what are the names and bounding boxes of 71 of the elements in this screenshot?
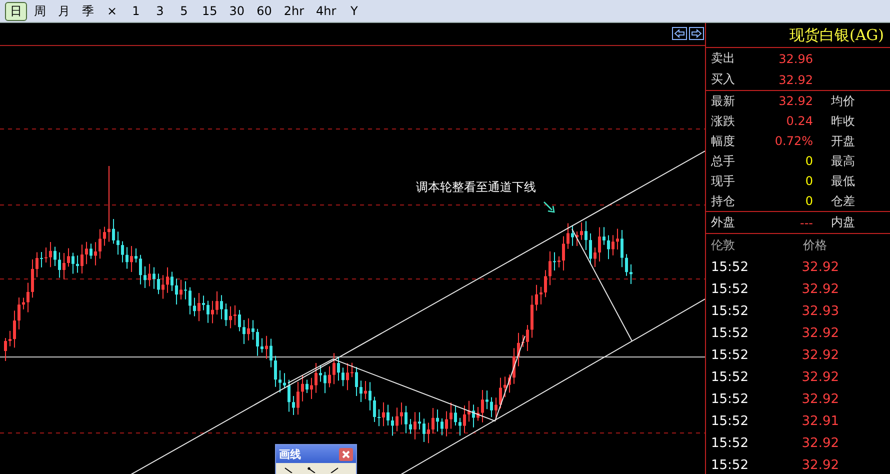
chart-annotation: 调本轮整看至通道下线 xyxy=(416,179,536,196)
period-button[interactable]: 月 xyxy=(53,2,75,20)
tick-time: 15:52 xyxy=(711,326,750,340)
tick-time: 15:52 xyxy=(711,392,750,406)
line-tool-icon[interactable] xyxy=(307,467,316,473)
quote-label: 总手 xyxy=(711,152,736,170)
tick-time: 15:52 xyxy=(711,436,750,450)
line-tool-icon[interactable] xyxy=(330,467,339,473)
quote-label: 卖出 xyxy=(711,50,736,67)
close-icon[interactable] xyxy=(339,448,353,460)
tick-price: 32.91 xyxy=(800,414,839,428)
quote-value: 0.24 xyxy=(785,114,813,128)
quote-label: 最低 xyxy=(831,172,855,190)
period-button[interactable]: 5 xyxy=(173,2,195,20)
quote-label: 持仓 xyxy=(711,192,736,210)
panel-title: 画线 xyxy=(279,446,301,462)
period-button[interactable]: 周 xyxy=(29,2,51,20)
tick-price: 32.92 xyxy=(800,282,839,296)
period-button[interactable]: 3 xyxy=(149,2,171,20)
quote-value: 0 xyxy=(804,154,813,168)
period-button[interactable]: 4hr xyxy=(311,2,342,20)
right-arrow-icon[interactable] xyxy=(689,27,704,40)
period-button[interactable]: 2hr xyxy=(278,2,310,20)
quote-label: 最高 xyxy=(831,152,855,170)
arrow-icon xyxy=(543,201,555,213)
tick-price: 32.92 xyxy=(800,260,839,274)
period-button[interactable]: × xyxy=(101,2,123,20)
period-button[interactable]: 60 xyxy=(252,2,277,20)
column-header: 伦敦 xyxy=(711,237,736,254)
quote-label: 昨收 xyxy=(831,112,855,130)
tick-time: 15:52 xyxy=(711,348,750,362)
quote-label: 现手 xyxy=(711,172,736,190)
quote-label: 仓差 xyxy=(831,192,855,210)
tick-time: 15:52 xyxy=(711,260,750,274)
quote-label: 幅度 xyxy=(711,132,736,150)
tick-time: 15:52 xyxy=(711,304,750,318)
quote-label: 买入 xyxy=(711,71,736,88)
quote-label: 外盘 xyxy=(711,214,736,231)
quote-value: 32.96 xyxy=(778,52,813,66)
tick-time: 15:52 xyxy=(711,414,750,428)
tick-price: 32.92 xyxy=(800,370,839,384)
column-header: 价格 xyxy=(802,237,828,254)
period-button[interactable]: Y xyxy=(343,2,366,20)
quote-value: 32.92 xyxy=(778,94,813,108)
quote-value: 32.92 xyxy=(778,72,813,86)
quote-label: 开盘 xyxy=(831,132,855,150)
period-button[interactable]: 30 xyxy=(224,2,250,20)
tick-time: 15:52 xyxy=(711,458,750,472)
tick-price: 32.92 xyxy=(800,326,839,340)
period-button[interactable]: 季 xyxy=(77,2,99,20)
tick-price: 32.92 xyxy=(800,458,839,472)
quote-value: --- xyxy=(799,216,813,230)
period-button[interactable]: 日 xyxy=(5,2,27,20)
period-button[interactable]: 1 xyxy=(125,2,147,20)
tick-price: 32.92 xyxy=(800,392,839,406)
period-button[interactable]: 15 xyxy=(197,2,222,20)
quote-label: 均价 xyxy=(831,92,855,110)
line-tool-icon[interactable] xyxy=(284,467,293,473)
left-arrow-icon[interactable] xyxy=(672,27,687,40)
tick-time: 15:52 xyxy=(711,282,750,296)
quote-label: 内盘 xyxy=(831,214,855,231)
tick-price: 32.92 xyxy=(800,348,839,362)
quote-value: 0 xyxy=(804,174,813,188)
quote-label: 最新 xyxy=(711,92,736,110)
tick-time: 15:52 xyxy=(711,370,750,384)
quote-value: 0.72% xyxy=(774,134,813,148)
tick-price: 32.93 xyxy=(800,304,839,318)
quote-value: 0 xyxy=(804,194,813,208)
tick-price: 32.92 xyxy=(800,436,839,450)
quote-label: 涨跌 xyxy=(711,112,736,130)
instrument-title: 现货白银(AG) xyxy=(706,23,890,48)
